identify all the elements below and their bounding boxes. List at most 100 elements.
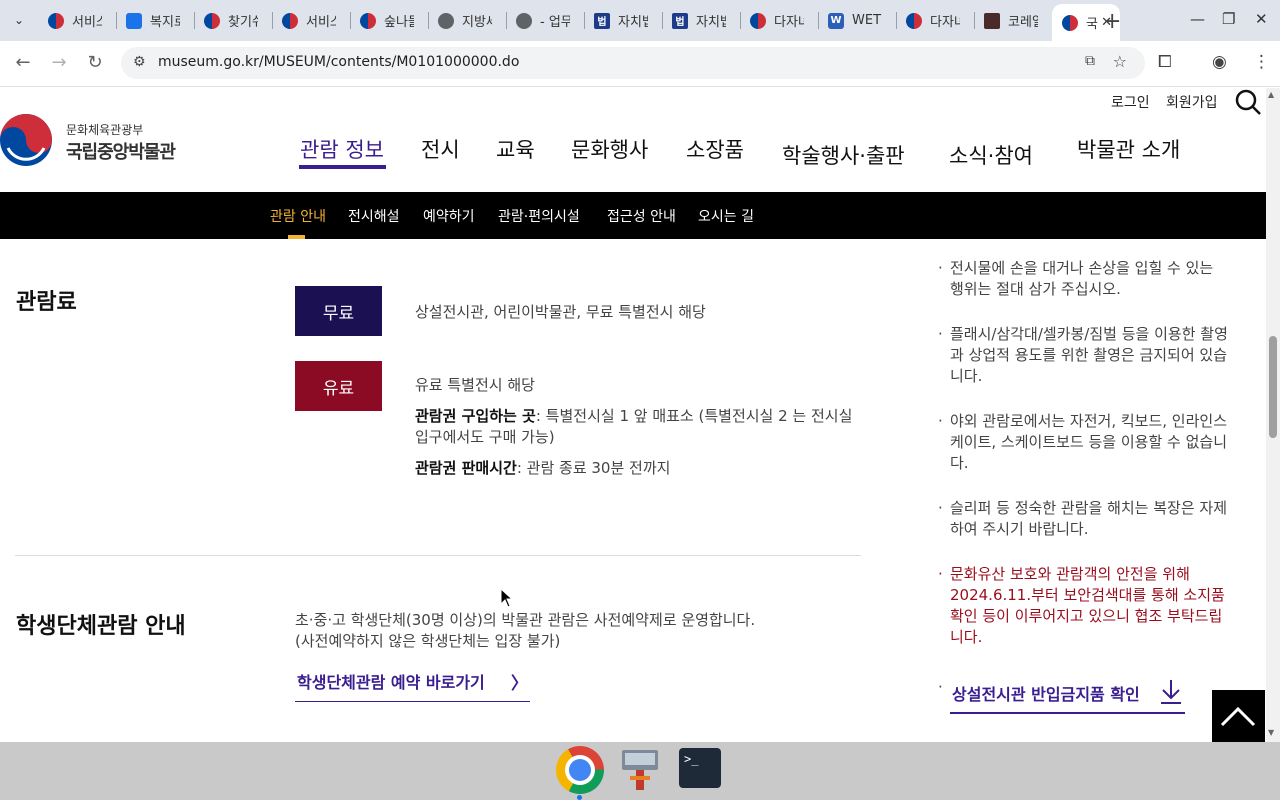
student-reservation-label: 학생단체관람 예약 바로가기 bbox=[297, 673, 485, 692]
browser-tab[interactable]: 법 자치법 bbox=[662, 0, 740, 41]
tool-app-icon[interactable] bbox=[616, 746, 664, 794]
ticket-sale-time: 관람권 판매시간: 관람 종료 30분 전까지 bbox=[415, 458, 670, 479]
subnav-visit-guide[interactable]: 관람 안내 bbox=[270, 206, 326, 226]
museum-logo[interactable]: 문화체육관광부 국립중앙박물관 bbox=[0, 114, 200, 170]
browser-tab[interactable]: 법 자치법 bbox=[584, 0, 662, 41]
profile-icon[interactable]: ◉ bbox=[1212, 52, 1227, 72]
tab-title: 찾기쉬 bbox=[228, 15, 258, 30]
korail-icon bbox=[984, 12, 1000, 29]
site-info-icon[interactable]: ⚙ bbox=[133, 54, 146, 70]
browser-tab[interactable]: 코레일 bbox=[974, 0, 1052, 41]
rule-item: 슬리퍼 등 정숙한 관람을 해치는 복장은 자제하여 주시기 바랍니다. bbox=[938, 498, 1228, 540]
tab-title: 지방세 bbox=[462, 15, 492, 30]
reload-icon[interactable]: ↻ bbox=[83, 52, 107, 73]
subnav-reservation[interactable]: 예약하기 bbox=[423, 206, 475, 226]
tab-title: 숲나들 bbox=[384, 15, 414, 30]
download-icon bbox=[1161, 680, 1181, 704]
logo-museum-name: 국립중앙박물관 bbox=[66, 142, 176, 163]
forward-arrow-icon[interactable]: → bbox=[47, 52, 71, 73]
paid-description: 유료 특별전시 해당 bbox=[415, 376, 535, 394]
subnav-active-marker bbox=[288, 235, 305, 239]
chevron-right-icon: 〉 bbox=[511, 674, 528, 694]
mouse-cursor-icon bbox=[500, 588, 514, 608]
extensions-icon[interactable]: ⧠ bbox=[1158, 52, 1172, 72]
ticket-sale-value: : 관람 종료 30분 전까지 bbox=[516, 459, 671, 477]
url-text[interactable]: museum.go.kr/MUSEUM/contents/M0101000000… bbox=[158, 54, 519, 70]
tab-list: 서비스 복지로 찾기쉬 서비스 숲나들 지방세 - 업무 법 자치법 법 자치법 다… bbox=[38, 0, 1120, 41]
browser-tab[interactable]: - 업무 bbox=[506, 0, 584, 41]
globe-icon bbox=[438, 12, 454, 29]
bookmark-star-icon[interactable]: ☆ bbox=[1113, 52, 1127, 71]
scroll-up-arrow-icon[interactable]: ▲ bbox=[1268, 90, 1274, 99]
gnb-academic[interactable]: 학술행사·출판 bbox=[782, 140, 905, 170]
gnb-events[interactable]: 문화행사 bbox=[571, 134, 648, 164]
restore-icon[interactable]: ❐ bbox=[1222, 10, 1235, 28]
desktop-taskbar: >_ bbox=[0, 742, 1280, 800]
rule-item-security-notice: 문화유산 보호와 관람객의 안전을 위해 2024.6.11.부터 보안검색대를… bbox=[938, 564, 1228, 648]
student-group-line1: 초·중·고 학생단체(30명 이상)의 박물관 관람은 사전예약제로 운영합니다… bbox=[295, 611, 756, 629]
browser-tab[interactable]: 복지로 bbox=[116, 0, 194, 41]
browser-tab[interactable]: 서비스 bbox=[38, 0, 116, 41]
subnav-facilities[interactable]: 관람·편의시설 bbox=[498, 206, 580, 226]
subnav-directions[interactable]: 오시는 길 bbox=[698, 206, 754, 226]
w-icon: W bbox=[828, 12, 844, 29]
page-scrollbar[interactable]: ▲ ▼ bbox=[1266, 88, 1280, 742]
gnb-education[interactable]: 교육 bbox=[496, 134, 535, 164]
browser-tab[interactable]: 다자녀 bbox=[896, 0, 974, 41]
new-tab-plus-icon[interactable]: + bbox=[1103, 9, 1121, 34]
browser-tab[interactable]: 서비스 bbox=[272, 0, 350, 41]
prohibited-items-link[interactable]: 상설전시관 반입금지품 확인 bbox=[950, 678, 1185, 714]
tab-search-chevron-icon[interactable]: ⌄ bbox=[6, 7, 32, 33]
chrome-app-icon[interactable] bbox=[556, 746, 604, 794]
korea-flag-icon bbox=[360, 12, 376, 29]
search-icon[interactable] bbox=[1234, 88, 1262, 116]
terminal-app-icon[interactable]: >_ bbox=[679, 748, 721, 788]
korea-flag-icon bbox=[906, 12, 922, 29]
close-window-icon[interactable]: ✕ bbox=[1255, 10, 1268, 28]
korea-flag-icon bbox=[204, 12, 220, 29]
student-group-text: 초·중·고 학생단체(30명 이상)의 박물관 관람은 사전예약제로 운영합니다… bbox=[295, 610, 755, 652]
back-to-top-button[interactable] bbox=[1212, 690, 1265, 742]
law-icon: 법 bbox=[672, 12, 688, 29]
browser-tab[interactable]: 지방세 bbox=[428, 0, 506, 41]
gnb-collection[interactable]: 소장품 bbox=[686, 134, 744, 164]
address-bar[interactable]: ⚙ museum.go.kr/MUSEUM/contents/M01010000… bbox=[121, 47, 1145, 79]
tab-title: 국 bbox=[1086, 17, 1098, 32]
minimize-icon[interactable]: — bbox=[1190, 10, 1205, 28]
scroll-down-arrow-icon[interactable]: ▼ bbox=[1268, 728, 1274, 737]
chevron-up-icon bbox=[1220, 706, 1256, 727]
bullet-dot: · bbox=[938, 678, 943, 696]
signup-link[interactable]: 회원가입 bbox=[1166, 92, 1218, 112]
korea-flag-icon bbox=[282, 12, 298, 29]
sub-navigation: 관람 안내 전시해설 예약하기 관람·편의시설 접근성 안내 오시는 길 bbox=[0, 192, 1266, 239]
back-arrow-icon[interactable]: ← bbox=[11, 52, 35, 73]
tab-title: WET bbox=[852, 13, 882, 28]
tab-title: 서비스 bbox=[306, 15, 336, 30]
prohibited-items-label: 상설전시관 반입금지품 확인 bbox=[952, 685, 1140, 704]
law-icon: 법 bbox=[594, 12, 610, 29]
rule-item: 플래시/삼각대/셀카봉/짐벌 등을 이용한 촬영과 상업적 용도를 위한 촬영은… bbox=[938, 324, 1228, 387]
menu-dots-icon[interactable]: ⋮ bbox=[1253, 52, 1270, 72]
browser-tab[interactable]: 찾기쉬 bbox=[194, 0, 272, 41]
browser-tab[interactable]: W WET bbox=[818, 0, 896, 41]
subnav-docent[interactable]: 전시해설 bbox=[348, 206, 400, 226]
ticket-sale-label: 관람권 판매시간 bbox=[415, 459, 517, 477]
subnav-accessibility[interactable]: 접근성 안내 bbox=[607, 206, 676, 226]
korea-flag-icon bbox=[1062, 14, 1078, 31]
login-link[interactable]: 로그인 bbox=[1111, 92, 1150, 112]
korea-flag-icon bbox=[750, 12, 766, 29]
gnb-visit-info[interactable]: 관람 정보 bbox=[300, 134, 384, 164]
running-indicator bbox=[577, 795, 582, 800]
scrollbar-thumb[interactable] bbox=[1269, 336, 1277, 438]
gnb-about[interactable]: 박물관 소개 bbox=[1077, 134, 1180, 164]
rule-item: 야외 관람로에서는 자전거, 킥보드, 인라인스케이트, 스케이트보드 등을 이… bbox=[938, 411, 1228, 474]
translate-icon[interactable]: ⧉ bbox=[1085, 53, 1095, 69]
gnb-exhibition[interactable]: 전시 bbox=[421, 134, 460, 164]
browser-tab[interactable]: 다자녀 bbox=[740, 0, 818, 41]
browser-tab[interactable]: 숲나들 bbox=[350, 0, 428, 41]
gnb-news[interactable]: 소식·참여 bbox=[949, 140, 1033, 170]
student-reservation-link[interactable]: 학생단체관람 예약 바로가기 〉 bbox=[295, 669, 530, 702]
browser-tab-strip: ⌄ 서비스 복지로 찾기쉬 서비스 숲나들 지방세 - 업무 법 자치법 법 자치법… bbox=[0, 0, 1280, 41]
ticket-purchase-place: 관람권 구입하는 곳: 특별전시실 1 앞 매표소 (특별전시실 2 는 전시실… bbox=[415, 406, 855, 448]
fee-heading: 관람료 bbox=[16, 290, 77, 315]
